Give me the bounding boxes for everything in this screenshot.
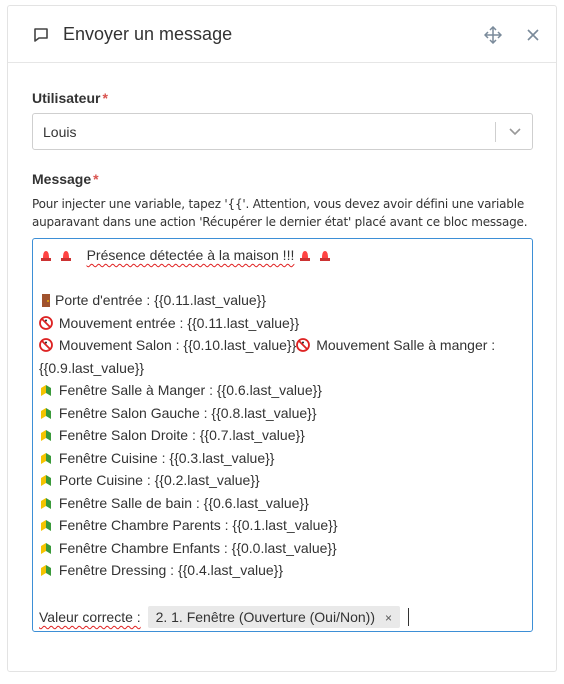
chevron-down-icon[interactable] (508, 126, 522, 138)
user-select[interactable]: Louis (32, 113, 533, 150)
beginner-symbol-emoji-icon (41, 452, 51, 464)
editor-line: Mouvement Salon : {{0.10.last_value}} Mo… (39, 334, 526, 379)
door-emoji-icon (42, 294, 50, 307)
beginner-symbol-emoji-icon (41, 542, 51, 554)
beginner-symbol-emoji-icon (41, 520, 51, 531)
editor-line: Porte Cuisine : {{0.2.last_value}} (39, 469, 526, 492)
beginner-symbol-emoji-icon (41, 497, 51, 509)
editor-line: Fenêtre Salle à Manger : {{0.6.last_valu… (39, 379, 526, 402)
beginner-symbol-emoji-icon (41, 407, 51, 419)
required-mark: * (102, 90, 108, 106)
editor-line-text: Fenêtre Salle à Manger : {{0.6.last_valu… (58, 382, 322, 398)
police-light-emoji-icon (300, 251, 311, 261)
message-editor[interactable]: Présence détectée à la maison !!! Porte … (32, 238, 533, 632)
beginner-symbol-emoji-icon (41, 430, 51, 441)
no-pedestrians-emoji-icon (296, 338, 311, 352)
select-separator (495, 122, 496, 142)
remove-tag-icon[interactable]: × (385, 611, 392, 625)
editor-line-text: Fenêtre Salon Droite : {{0.7.last_value}… (58, 427, 305, 443)
editor-line-text: Fenêtre Cuisine : {{0.3.last_value}} (58, 449, 275, 466)
close-icon[interactable] (525, 27, 541, 43)
no-pedestrians-emoji-icon (39, 338, 53, 352)
editor-line-text: Fenêtre Dressing : {{0.4.last_value}} (58, 562, 284, 578)
police-light-emoji-icon (41, 251, 51, 261)
editor-line-text: Mouvement Salon : {{0.10.last_value}} (58, 337, 297, 353)
dialog-header: Envoyer un message (8, 6, 556, 63)
editor-line: Valeur correcte : 2. 1. Fenêtre (Ouvertu… (39, 606, 526, 629)
editor-line: Fenêtre Salle de bain : {{0.6.last_value… (39, 492, 526, 515)
text-caret (408, 608, 409, 626)
variable-tag-label: 2. 1. Fenêtre (Ouverture (Oui/Non)) (155, 609, 375, 625)
police-light-emoji-icon (320, 251, 331, 261)
editor-line: Fenêtre Dressing : {{0.4.last_value}} (39, 559, 526, 582)
editor-line-text: Mouvement entrée : {{0.11.last_value}} (58, 314, 300, 331)
editor-line: Fenêtre Chambre Enfants : {{0.0.last_val… (39, 537, 526, 560)
dialog-title: Envoyer un message (63, 24, 233, 44)
beginner-symbol-emoji-icon (41, 475, 51, 486)
editor-line-text: Valeur correcte : (39, 609, 141, 625)
police-light-emoji-icon (60, 251, 71, 261)
editor-line: Fenêtre Cuisine : {{0.3.last_value}} (39, 447, 526, 470)
editor-line-text: Fenêtre Chambre Enfants : {{0.0.last_val… (58, 539, 337, 556)
user-select-value: Louis (43, 124, 77, 140)
editor-line-empty (39, 582, 526, 605)
user-field-label: Utilisateur * (32, 90, 108, 106)
message-help-text: Pour injecter une variable, tapez '{{'. … (32, 197, 528, 229)
no-pedestrians-emoji-icon (39, 315, 53, 330)
message-field-label: Message * (32, 171, 99, 187)
required-mark: * (93, 171, 99, 187)
editor-line-text: Fenêtre Chambre Parents : {{0.1.last_val… (58, 517, 338, 533)
editor-line-empty (39, 267, 526, 290)
chat-bubble-icon (34, 28, 48, 42)
move-arrows-icon[interactable] (484, 26, 502, 44)
editor-line: Fenêtre Salon Droite : {{0.7.last_value}… (39, 424, 526, 447)
beginner-symbol-emoji-icon (41, 565, 51, 576)
editor-line: Fenêtre Chambre Parents : {{0.1.last_val… (39, 514, 526, 537)
editor-line-text: Fenêtre Salle de bain : {{0.6.last_value… (58, 494, 309, 511)
variable-tag[interactable]: 2. 1. Fenêtre (Ouverture (Oui/Non)) × (147, 606, 400, 628)
editor-line: Fenêtre Salon Gauche : {{0.8.last_value}… (39, 402, 526, 425)
editor-line: Présence détectée à la maison !!! (39, 244, 526, 267)
editor-line-text: Porte d'entrée : {{0.11.last_value}} (55, 292, 267, 308)
editor-line-text: Présence détectée à la maison !!! (86, 247, 295, 263)
editor-line: Porte d'entrée : {{0.11.last_value}} (39, 289, 526, 312)
beginner-symbol-emoji-icon (41, 385, 51, 396)
editor-line: Mouvement entrée : {{0.11.last_value}} (39, 312, 526, 335)
editor-line-text: Porte Cuisine : {{0.2.last_value}} (58, 472, 260, 488)
editor-line-text: Fenêtre Salon Gauche : {{0.8.last_value}… (58, 404, 317, 421)
